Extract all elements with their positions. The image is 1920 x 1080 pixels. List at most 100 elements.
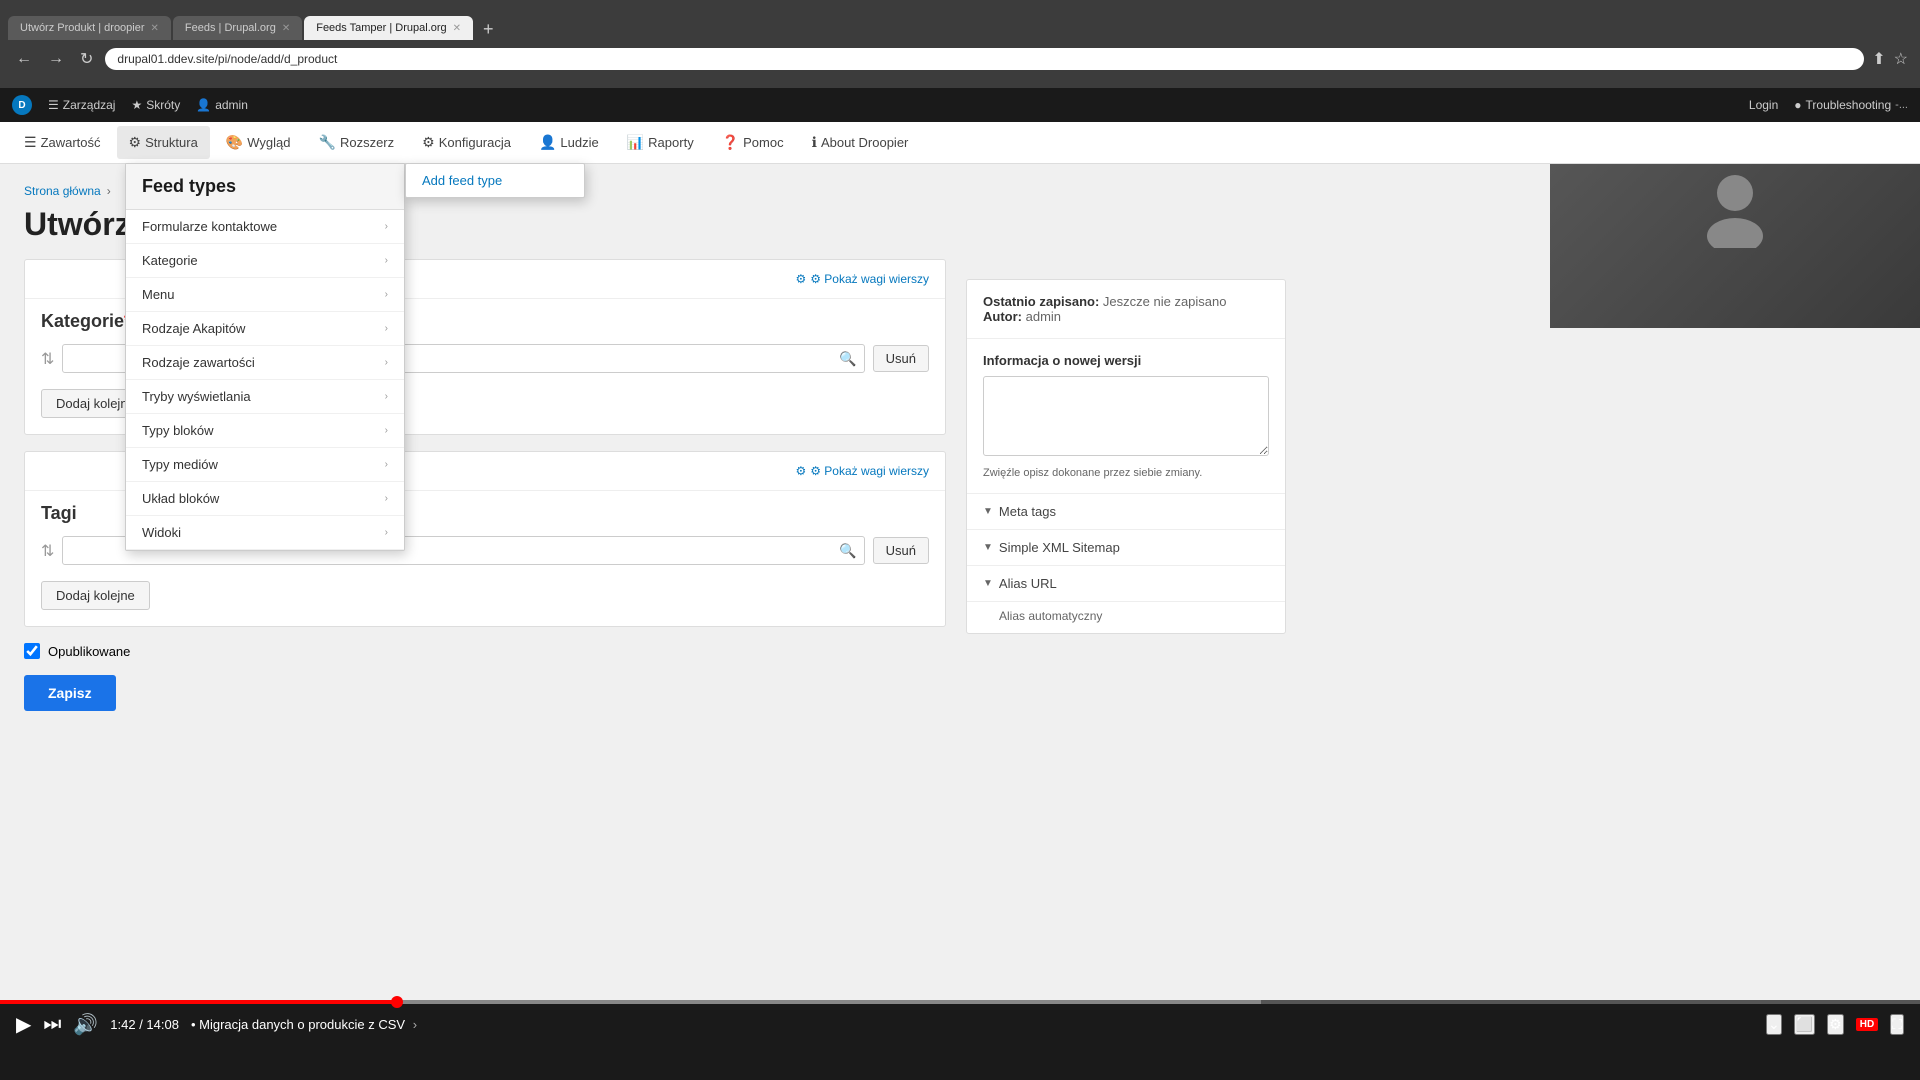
tab-1-close[interactable]: ✕ — [151, 23, 159, 34]
subtitles-icon[interactable]: ⬜ — [1794, 1014, 1815, 1035]
drag-handle-2[interactable]: ⇅ — [41, 541, 54, 561]
meta-tags-section[interactable]: ▼ Meta tags — [967, 494, 1285, 530]
simple-xml-section[interactable]: ▼ Simple XML Sitemap — [967, 530, 1285, 566]
toolbar-wygląd[interactable]: 🎨 Wygląd — [214, 126, 303, 159]
informacja-textarea[interactable] — [983, 376, 1269, 456]
dropdown-tryby[interactable]: Tryby wyświetlania › — [126, 380, 404, 414]
troubleshooting-icon: ● — [1794, 98, 1801, 112]
browser-tab-3[interactable]: Feeds Tamper | Drupal.org ✕ — [304, 16, 473, 40]
toolbar-struktura[interactable]: ⚙ Struktura — [117, 126, 210, 159]
tab-3-close[interactable]: ✕ — [453, 23, 461, 34]
browser-tab-2[interactable]: Feeds | Drupal.org ✕ — [173, 16, 302, 40]
toolbar-konfiguracja-label: Konfiguracja — [439, 135, 511, 150]
toolbar-pomoc[interactable]: ❓ Pomoc — [710, 126, 796, 159]
toolbar-konfiguracja[interactable]: ⚙ Konfiguracja — [410, 126, 523, 159]
add-feed-type-item[interactable]: Add feed type — [406, 164, 584, 197]
player-controls: ▶ ⏭ 🔊 1:42 / 14:08 • Migracja danych o p… — [0, 1004, 1920, 1045]
skip-button[interactable]: ⏭ — [43, 1013, 61, 1036]
tagi-title: Tagi — [41, 503, 77, 523]
breadcrumb-home[interactable]: Strona główna — [24, 184, 101, 198]
volume-button[interactable]: 🔊 — [73, 1012, 98, 1037]
dropdown-menu[interactable]: Menu › — [126, 278, 404, 312]
admin-bar-skroty[interactable]: ★ Skróty — [131, 98, 180, 112]
admin-bar-manage[interactable]: ☰ Zarządzaj — [48, 98, 115, 112]
tagi-usun-button[interactable]: Usuń — [873, 537, 929, 564]
address-input[interactable] — [105, 48, 1864, 70]
drupal-toolbar: ☰ Zawartość ⚙ Struktura 🎨 Wygląd 🔧 Rozsz… — [0, 122, 1920, 164]
ludzie-icon: 👤 — [539, 134, 556, 151]
chevron-down-icon[interactable]: ⌄ — [1766, 1014, 1782, 1035]
toolbar-about-label: About Droopier — [821, 135, 908, 150]
browser-tab-1[interactable]: Utwórz Produkt | droopier ✕ — [8, 16, 171, 40]
dropdown-typy-mediow[interactable]: Typy mediów › — [126, 448, 404, 482]
dropdown-rodzaje-akapitow[interactable]: Rodzaje Akapitów › — [126, 312, 404, 346]
bookmark-icon[interactable]: ☆ — [1894, 49, 1908, 69]
drag-handle-1[interactable]: ⇅ — [41, 349, 54, 369]
alias-url-value: Alias automatyczny — [999, 609, 1102, 623]
zapisz-label: Zapisz — [48, 685, 92, 701]
typy-mediow-label: Typy mediów — [142, 457, 218, 472]
toolbar-about[interactable]: ℹ About Droopier — [800, 126, 921, 159]
dropdown-rodzaje-zawartosci[interactable]: Rodzaje zawartości › — [126, 346, 404, 380]
dropdown-formularze[interactable]: Formularze kontaktowe › — [126, 210, 404, 244]
drupal-admin-bar: D ☰ Zarządzaj ★ Skróty 👤 admin Login ● T… — [0, 88, 1920, 122]
rozszerz-icon: 🔧 — [319, 134, 336, 151]
login-label: Login — [1749, 98, 1778, 112]
show-weights-link-1[interactable]: ⚙ ⚙ Pokaż wagi wierszy — [795, 272, 929, 286]
tagi-dodaj-button[interactable]: Dodaj kolejne — [41, 581, 150, 610]
widoki-label: Widoki — [142, 525, 181, 540]
widoki-arrow: › — [385, 527, 388, 538]
zawartość-icon: ☰ — [24, 134, 37, 151]
feed-types-label: Feed types — [142, 176, 236, 196]
toolbar-zawartość[interactable]: ☰ Zawartość — [12, 126, 113, 159]
alias-url-section[interactable]: ▼ Alias URL — [967, 566, 1285, 602]
toolbar-wygląd-label: Wygląd — [247, 135, 290, 150]
konfiguracja-icon: ⚙ — [422, 134, 435, 151]
weights-icon-1: ⚙ — [795, 272, 806, 286]
player-chevron[interactable]: › — [413, 1017, 417, 1032]
admin-bar-user[interactable]: 👤 admin — [196, 98, 248, 112]
toolbar-pomoc-label: Pomoc — [743, 135, 783, 150]
rodzaje-akapitow-arrow: › — [385, 323, 388, 334]
informacja-label: Informacja o nowej wersji — [983, 353, 1269, 368]
tryby-label: Tryby wyświetlania — [142, 389, 251, 404]
formularze-label: Formularze kontaktowe — [142, 219, 277, 234]
player-title-text: • Migracja danych o produkcie z CSV — [191, 1017, 405, 1032]
progress-bar[interactable] — [0, 1000, 1920, 1004]
skroty-icon: ★ — [131, 98, 142, 112]
forward-button[interactable]: → — [44, 48, 68, 70]
show-weights-label-1: ⚙ Pokaż wagi wierszy — [810, 272, 929, 286]
hd-badge: HD — [1856, 1018, 1878, 1031]
player-right-controls: ⌄ ⬜ ⚙ HD ⛶ — [1766, 1014, 1904, 1035]
zapisz-button[interactable]: Zapisz — [24, 675, 116, 711]
dropdown-uklad[interactable]: Układ bloków › — [126, 482, 404, 516]
usun-label-1: Usuń — [886, 351, 916, 366]
toolbar-rozszerz[interactable]: 🔧 Rozszerz — [307, 126, 407, 159]
reload-button[interactable]: ↻ — [76, 47, 97, 71]
usun-label-2: Usuń — [886, 543, 916, 558]
admin-bar-troubleshooting[interactable]: ● Troubleshooting -... — [1794, 98, 1908, 112]
manage-icon: ☰ — [48, 98, 59, 112]
fullscreen-icon[interactable]: ⛶ — [1890, 1014, 1904, 1035]
show-weights-link-2[interactable]: ⚙ ⚙ Pokaż wagi wierszy — [795, 464, 929, 478]
settings-icon[interactable]: ⚙ — [1827, 1014, 1844, 1035]
admin-bar-login[interactable]: Login — [1749, 98, 1778, 112]
video-player-bar: ▶ ⏭ 🔊 1:42 / 14:08 • Migracja danych o p… — [0, 1000, 1920, 1080]
dropdown-typy-blokow[interactable]: Typy bloków › — [126, 414, 404, 448]
about-icon: ℹ — [812, 134, 817, 151]
toolbar-ludzie[interactable]: 👤 Ludzie — [527, 126, 611, 159]
dropdown-kategorie[interactable]: Kategorie › — [126, 244, 404, 278]
new-tab-button[interactable]: + — [475, 19, 502, 40]
alias-url-label: Alias URL — [999, 576, 1057, 591]
play-button[interactable]: ▶ — [16, 1012, 31, 1037]
dropdown-widoki[interactable]: Widoki › — [126, 516, 404, 550]
kategorie-usun-button[interactable]: Usuń — [873, 345, 929, 372]
toolbar-struktura-label: Struktura — [145, 135, 198, 150]
tab-2-close[interactable]: ✕ — [282, 23, 290, 34]
back-button[interactable]: ← — [12, 48, 36, 70]
share-icon[interactable]: ⬆ — [1872, 49, 1885, 69]
tagi-search-icon: 🔍 — [839, 542, 856, 559]
toolbar-raporty[interactable]: 📊 Raporty — [615, 126, 706, 159]
opublikowane-checkbox[interactable] — [24, 643, 40, 659]
struktura-dropdown: Feed types Formularze kontaktowe › Kateg… — [125, 163, 405, 551]
